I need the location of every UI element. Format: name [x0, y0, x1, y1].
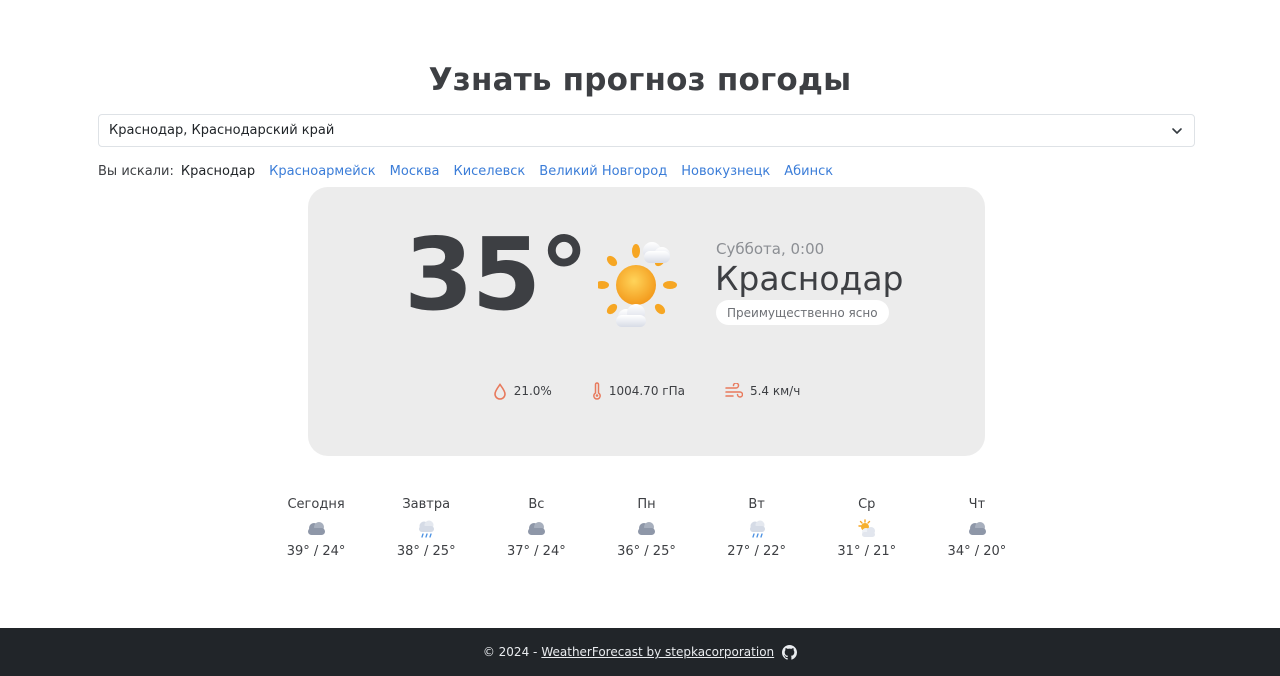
- footer: © 2024 - WeatherForecast by stepkacorpor…: [0, 628, 1280, 676]
- forecast-day-name: Пн: [637, 497, 656, 512]
- wind-icon: [725, 383, 743, 399]
- current-day-time: Суббота, 0:00: [716, 240, 825, 258]
- current-city-name: Краснодар: [715, 259, 904, 298]
- history-link-novokuznetsk[interactable]: Новокузнецк: [681, 164, 770, 179]
- history-link-moskva[interactable]: Москва: [390, 164, 440, 179]
- wind-value: 5.4 км/ч: [749, 384, 801, 398]
- forecast-day-name: Чт: [968, 497, 986, 512]
- forecast-temp-range: 38° / 25°: [396, 544, 456, 559]
- sun-with-clouds-icon: [595, 237, 678, 332]
- forecast-day: Чт 34° / 20°: [922, 496, 1032, 566]
- forecast-day-name: Сегодня: [287, 497, 345, 512]
- rain-icon: [415, 519, 437, 539]
- cloudy-icon: [966, 519, 988, 539]
- forecast-temp-range: 27° / 22°: [727, 544, 786, 559]
- forecast-day-name: Ср: [858, 497, 876, 512]
- history-current-city: Краснодар: [180, 163, 256, 179]
- forecast-day-name: Завтра: [402, 497, 451, 512]
- condition-badge: Преимущественно ясно: [716, 300, 889, 325]
- forecast-temp-range: 39° / 24°: [286, 544, 346, 559]
- history-link-kiselevsk[interactable]: Киселевск: [453, 164, 525, 179]
- cloudy-icon: [525, 519, 547, 539]
- thermometer-icon: [592, 382, 602, 400]
- history-link-velikiy-novgorod[interactable]: Великий Новгород: [539, 164, 667, 179]
- pressure-value: 1004.70 гПа: [608, 384, 685, 398]
- forecast-temp-range: 34° / 20°: [947, 544, 1007, 559]
- history-label: Вы искали:: [98, 163, 174, 179]
- footer-copyright: © 2024 -: [482, 645, 538, 659]
- forecast-day: Ср 31° / 21°: [812, 496, 922, 566]
- forecast-day: Пн 36° / 25°: [591, 496, 701, 566]
- history-link-abinsk[interactable]: Абинск: [784, 164, 833, 179]
- forecast-day: Завтра 38° / 25°: [371, 496, 481, 566]
- history-link-krasnoarmeysk[interactable]: Красноармейск: [269, 164, 376, 179]
- weekly-forecast: Сегодня 39° / 24° Завтра 38° / 25° Вс 37…: [261, 496, 1032, 566]
- city-select-value: Краснодар, Краснодарский край: [109, 123, 335, 138]
- wind-stat: 5.4 км/ч: [725, 383, 800, 399]
- humidity-stat: 21.0%: [493, 382, 552, 400]
- cloudy-icon: [635, 519, 657, 539]
- weather-stats: 21.0% 1004.70 гПа 5.4 км/ч: [308, 382, 985, 400]
- current-temperature: 35°: [404, 216, 589, 333]
- current-weather-card: 35° Суббота, 0:00 Краснодар Преимуществе…: [308, 187, 985, 456]
- forecast-day: Сегодня 39° / 24°: [261, 496, 371, 566]
- search-history: Вы искали: Краснодар Красноармейск Москв…: [98, 162, 847, 180]
- footer-project-link[interactable]: WeatherForecast by stepkacorporation: [541, 645, 774, 659]
- pressure-stat: 1004.70 гПа: [592, 382, 685, 400]
- partly-sunny-icon: [856, 519, 878, 539]
- forecast-day-name: Вт: [748, 497, 765, 512]
- rain-icon: [746, 519, 768, 539]
- city-select[interactable]: Краснодар, Краснодарский край: [98, 114, 1195, 147]
- droplet-icon: [493, 382, 507, 400]
- forecast-temp-range: 31° / 21°: [837, 544, 897, 559]
- github-icon[interactable]: [782, 644, 798, 660]
- chevron-down-icon: [1170, 124, 1184, 138]
- humidity-value: 21.0%: [513, 384, 552, 398]
- page-title: Узнать прогноз погоды: [428, 62, 852, 98]
- forecast-day: Вт 27° / 22°: [702, 496, 812, 566]
- forecast-day-name: Вс: [528, 497, 545, 512]
- forecast-day: Вс 37° / 24°: [481, 496, 591, 566]
- cloudy-icon: [305, 519, 327, 539]
- forecast-temp-range: 37° / 24°: [506, 544, 566, 559]
- forecast-temp-range: 36° / 25°: [617, 544, 676, 559]
